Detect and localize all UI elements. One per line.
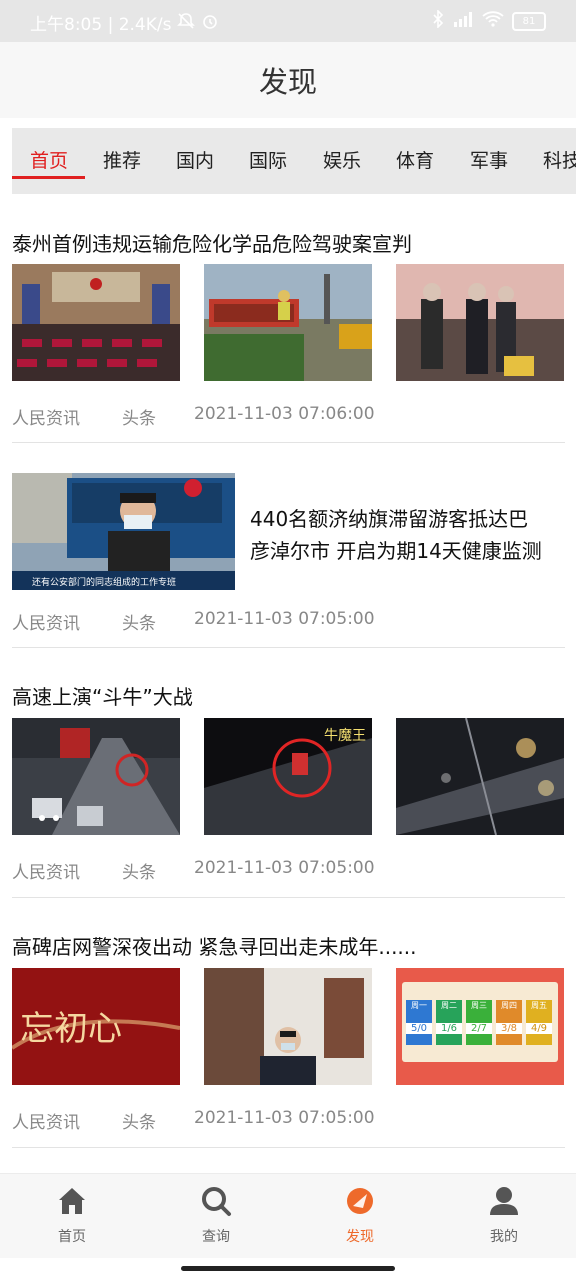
mute-bell-icon (177, 12, 196, 34)
weekday-box: 周四 3/8 (496, 1000, 522, 1045)
news-thumbnail: 还有公安部门的同志组成的工作专班 (12, 473, 235, 590)
search-icon (199, 1184, 233, 1218)
news-source: 人民资讯 (12, 1113, 80, 1133)
news-thumbnail: 忘初心 (12, 968, 180, 1085)
category-tabs: 首页 推荐 国内 国际 娱乐 体育 军事 科技 (12, 128, 576, 194)
tab-entertainment[interactable]: 娱乐 (323, 146, 361, 173)
thumbnail-caption: 忘初心 (20, 1009, 122, 1049)
weekday-box: 周五 4/9 (526, 1000, 552, 1045)
alarm-icon (201, 12, 219, 34)
tab-international[interactable]: 国际 (249, 146, 287, 173)
news-thumbnail (12, 718, 180, 835)
nav-discover[interactable]: 发现 (315, 1182, 405, 1246)
news-thumbnail (12, 264, 180, 381)
news-source: 人民资讯 (12, 863, 80, 883)
news-item[interactable]: 还有公安部门的同志组成的工作专班 440名额济纳旗滞留游客抵达巴 彦淖尔市 开启… (12, 473, 565, 646)
news-thumbnail (396, 264, 564, 381)
news-thumbnail (396, 718, 564, 835)
nav-search[interactable]: 查询 (171, 1182, 261, 1246)
news-tag: 头条 (122, 1113, 156, 1133)
user-icon (487, 1184, 521, 1218)
weekday-box: 周二 1/6 (436, 1000, 462, 1045)
wifi-icon (482, 10, 504, 32)
nav-profile[interactable]: 我的 (459, 1182, 549, 1246)
nav-home-label: 首页 (58, 1229, 86, 1245)
news-time: 2021-11-03 07:05:00 (194, 1108, 375, 1128)
news-tag: 头条 (122, 614, 156, 634)
status-bar: 上午8:05 | 2.4K/s 81 (0, 0, 576, 42)
news-title: 高碑店网警深夜出动 紧急寻回出走未成年...... (12, 935, 417, 959)
news-item[interactable]: 高速上演“斗牛”大战 牛魔王 人民资讯 头条 2021-11-03 07:05:… (12, 675, 565, 895)
nav-search-label: 查询 (202, 1229, 230, 1245)
tab-technology[interactable]: 科技 (543, 146, 576, 173)
nav-home[interactable]: 首页 (27, 1182, 117, 1246)
bottom-navigation: 首页 查询 发现 我的 (0, 1173, 576, 1258)
tab-recommend[interactable]: 推荐 (103, 146, 141, 173)
tab-domestic[interactable]: 国内 (176, 146, 214, 173)
news-time: 2021-11-03 07:05:00 (194, 609, 375, 629)
news-item[interactable]: 泰州首例违规运输危险化学品危险驾驶案宣判 人民资讯 头条 2021-11-03 … (12, 220, 565, 442)
home-indicator[interactable] (181, 1266, 395, 1271)
news-item[interactable]: 高碑店网警深夜出动 紧急寻回出走未成年...... 忘初心 周一 5/0 周二 1/… (12, 925, 565, 1145)
discover-icon (343, 1184, 377, 1218)
tab-home[interactable]: 首页 (30, 146, 68, 173)
news-time: 2021-11-03 07:06:00 (194, 404, 375, 424)
tab-sports[interactable]: 体育 (396, 146, 434, 173)
news-tag: 头条 (122, 409, 156, 429)
news-source: 人民资讯 (12, 614, 80, 634)
news-tag: 头条 (122, 863, 156, 883)
thumbnail-caption: 牛魔王 (324, 728, 366, 744)
bluetooth-icon (432, 9, 444, 32)
status-time: 上午8:05 | 2.4K/s (30, 15, 172, 35)
home-icon (55, 1184, 89, 1218)
nav-discover-label: 发现 (346, 1229, 374, 1245)
page-header: 发现 (0, 42, 576, 118)
nav-profile-label: 我的 (490, 1229, 518, 1245)
news-source: 人民资讯 (12, 409, 80, 429)
active-tab-indicator (12, 176, 85, 179)
news-title-line2: 彦淖尔市 开启为期14天健康监测 (250, 539, 542, 563)
divider (12, 897, 565, 898)
divider (12, 442, 565, 443)
news-thumbnail (204, 264, 372, 381)
news-title: 泰州首例违规运输危险化学品危险驾驶案宣判 (12, 232, 412, 256)
news-thumbnail: 牛魔王 (204, 718, 372, 835)
divider (12, 1147, 565, 1148)
signal-icon (452, 10, 474, 32)
news-thumbnail (204, 968, 372, 1085)
tab-military[interactable]: 军事 (470, 146, 508, 173)
news-title: 440名额济纳旗滞留游客抵达巴 (250, 507, 529, 531)
page-title: 发现 (258, 65, 317, 99)
news-time: 2021-11-03 07:05:00 (194, 858, 375, 878)
battery-indicator: 81 (512, 11, 546, 31)
weekday-box: 周三 2/7 (466, 1000, 492, 1045)
thumbnail-caption: 还有公安部门的同志组成的工作专班 (32, 576, 176, 588)
news-title: 高速上演“斗牛”大战 (12, 685, 193, 709)
weekday-box: 周一 5/0 (406, 1000, 432, 1045)
traffic-notice-thumbnail: 周一 5/0 周二 1/6 周三 2/7 周四 3/8 周五 4/9 (396, 968, 564, 1085)
divider (12, 647, 565, 648)
